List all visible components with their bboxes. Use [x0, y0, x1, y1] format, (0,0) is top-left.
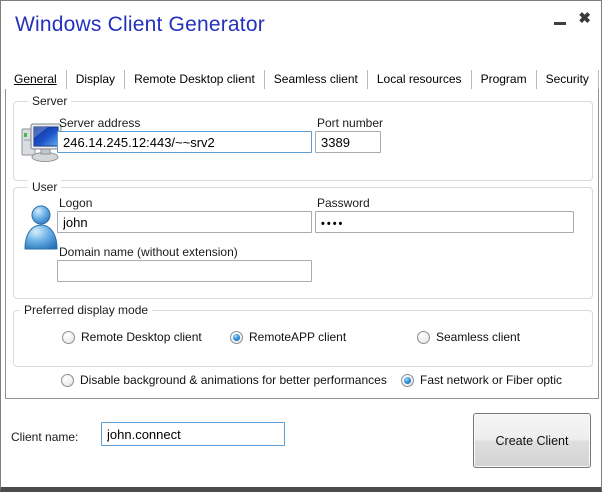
port-number-input[interactable]: [315, 131, 381, 153]
window-controls: ✖: [554, 11, 591, 27]
user-groupbox: User Logon Password Domain name (without…: [13, 187, 593, 299]
radio-disable-background-animations[interactable]: Disable background & animations for bett…: [61, 373, 387, 387]
radio-icon[interactable]: [230, 331, 243, 344]
password-label: Password: [317, 196, 370, 210]
server-address-label: Server address: [59, 116, 140, 130]
radio-icon[interactable]: [417, 331, 430, 344]
minimize-icon[interactable]: [554, 11, 568, 27]
tab-seamless-client[interactable]: Seamless client: [265, 70, 368, 89]
domain-name-label: Domain name (without extension): [59, 245, 238, 259]
tab-general[interactable]: General: [5, 70, 67, 89]
tab-display[interactable]: Display: [67, 70, 125, 89]
page-title: Windows Client Generator: [15, 13, 265, 37]
minimize-dash: [554, 22, 566, 25]
client-name-label: Client name:: [11, 430, 78, 444]
radio-icon[interactable]: [61, 374, 74, 387]
display-mode-group-label: Preferred display mode: [20, 303, 152, 317]
radio-fast-network-fiber-optic[interactable]: Fast network or Fiber optic: [401, 373, 562, 387]
server-group-label: Server: [28, 94, 71, 108]
password-input[interactable]: [315, 211, 574, 233]
user-group-label: User: [28, 180, 61, 194]
server-address-input[interactable]: [57, 131, 312, 153]
radio-seamless-client[interactable]: Seamless client: [417, 330, 520, 344]
tab-remote-desktop-client[interactable]: Remote Desktop client: [125, 70, 265, 89]
radio-icon[interactable]: [401, 374, 414, 387]
tab-bar: General Display Remote Desktop client Se…: [5, 70, 597, 90]
logon-label: Logon: [59, 196, 92, 210]
client-name-input[interactable]: [101, 422, 285, 446]
tab-security[interactable]: Security: [537, 70, 599, 89]
server-groupbox: Server Server address Port number: [13, 101, 593, 181]
radio-label: Fast network or Fiber optic: [420, 373, 562, 387]
display-mode-groupbox: Preferred display mode Remote Desktop cl…: [13, 310, 593, 367]
user-icon: [22, 204, 60, 254]
close-icon[interactable]: ✖: [578, 11, 591, 27]
port-number-label: Port number: [317, 116, 383, 130]
radio-label: Disable background & animations for bett…: [80, 373, 387, 387]
create-client-button[interactable]: Create Client: [473, 413, 591, 468]
tab-local-resources[interactable]: Local resources: [368, 70, 472, 89]
radio-label: Remote Desktop client: [81, 330, 202, 344]
radio-remoteapp-client[interactable]: RemoteAPP client: [230, 330, 346, 344]
tab-program[interactable]: Program: [472, 70, 537, 89]
domain-name-input[interactable]: [57, 260, 312, 282]
radio-remote-desktop-client[interactable]: Remote Desktop client: [62, 330, 202, 344]
radio-label: RemoteAPP client: [249, 330, 346, 344]
radio-icon[interactable]: [62, 331, 75, 344]
logon-input[interactable]: [57, 211, 312, 233]
windows-client-generator-dialog: Windows Client Generator ✖ General Displ…: [0, 0, 602, 492]
radio-label: Seamless client: [436, 330, 520, 344]
